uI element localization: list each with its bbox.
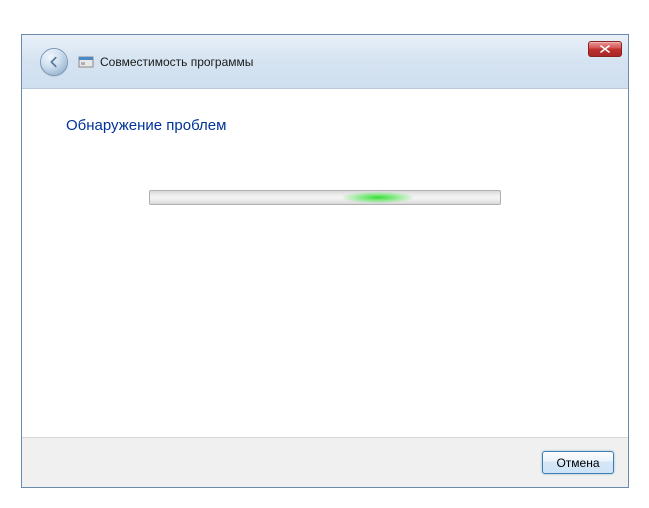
footer: Отмена (22, 437, 628, 487)
close-button[interactable] (588, 41, 622, 57)
titlebar: Совместимость программы (22, 35, 628, 89)
wizard-title: Совместимость программы (100, 55, 253, 69)
progress-container (66, 190, 584, 205)
progress-indicator (343, 191, 413, 204)
content-area: Обнаружение проблем (22, 89, 628, 437)
page-heading: Обнаружение проблем (66, 117, 584, 134)
progress-bar (149, 190, 501, 205)
wizard-icon (78, 54, 94, 70)
close-icon (600, 45, 610, 53)
back-button[interactable] (40, 48, 68, 76)
cancel-button[interactable]: Отмена (542, 451, 614, 474)
wizard-window: Совместимость программы Обнаружение проб… (21, 34, 629, 488)
cancel-button-label: Отмена (556, 456, 599, 470)
back-arrow-icon (47, 55, 61, 69)
